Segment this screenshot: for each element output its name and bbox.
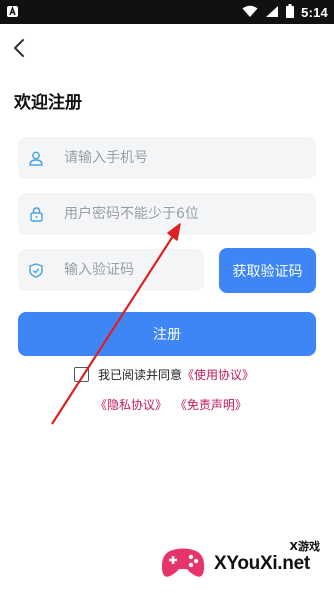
watermark-brand: XYouXi.net <box>214 553 310 574</box>
password-field[interactable] <box>18 193 316 235</box>
phone-input[interactable] <box>64 150 284 166</box>
get-code-button[interactable]: 获取验证码 <box>219 248 316 293</box>
shield-check-icon <box>28 262 44 278</box>
agreement-checkbox[interactable] <box>74 367 89 382</box>
user-icon <box>28 150 44 166</box>
watermark: X游戏 XYouXi.net <box>160 535 330 585</box>
app-notification-icon <box>7 6 18 17</box>
status-bar: 5:14 <box>0 0 334 24</box>
agreement-text: 我已阅读并同意 <box>98 368 183 382</box>
chevron-left-icon <box>14 39 24 57</box>
battery-icon <box>286 3 295 22</box>
back-button[interactable] <box>8 36 32 60</box>
lock-icon <box>28 206 44 222</box>
agreement-links-row: 《隐私协议》 《免责声明》 <box>95 396 247 413</box>
watermark-sub: X游戏 <box>289 540 320 553</box>
verification-code-field[interactable] <box>18 249 204 291</box>
password-input[interactable] <box>64 206 284 222</box>
signal-icon <box>265 3 279 22</box>
privacy-link[interactable]: 《隐私协议》 <box>95 398 167 412</box>
wifi-icon <box>242 3 258 22</box>
phone-field[interactable] <box>18 137 316 179</box>
disclaimer-link[interactable]: 《免责声明》 <box>175 398 247 412</box>
status-time: 5:14 <box>301 4 328 20</box>
agreement-row: 我已阅读并同意 《使用协议》 <box>74 366 254 383</box>
terms-link[interactable]: 《使用协议》 <box>182 366 254 383</box>
gamepad-logo-icon <box>161 548 205 577</box>
verification-code-input[interactable] <box>64 262 194 278</box>
page-title: 欢迎注册 <box>14 93 82 113</box>
register-button[interactable]: 注册 <box>18 312 316 356</box>
